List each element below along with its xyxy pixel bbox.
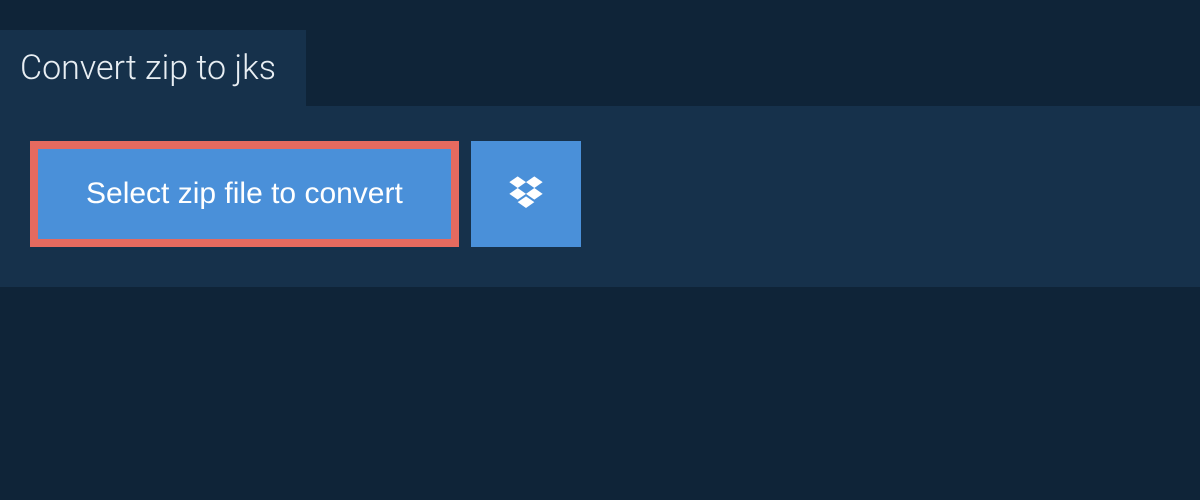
button-row: Select zip file to convert (30, 141, 1170, 247)
page-title: Convert zip to jks (20, 48, 276, 88)
select-file-button[interactable]: Select zip file to convert (30, 141, 459, 247)
convert-panel: Select zip file to convert (0, 106, 1200, 287)
page-tab: Convert zip to jks (0, 30, 306, 106)
dropbox-icon (506, 173, 546, 216)
dropbox-button[interactable] (471, 141, 581, 247)
select-file-button-label: Select zip file to convert (86, 177, 403, 211)
